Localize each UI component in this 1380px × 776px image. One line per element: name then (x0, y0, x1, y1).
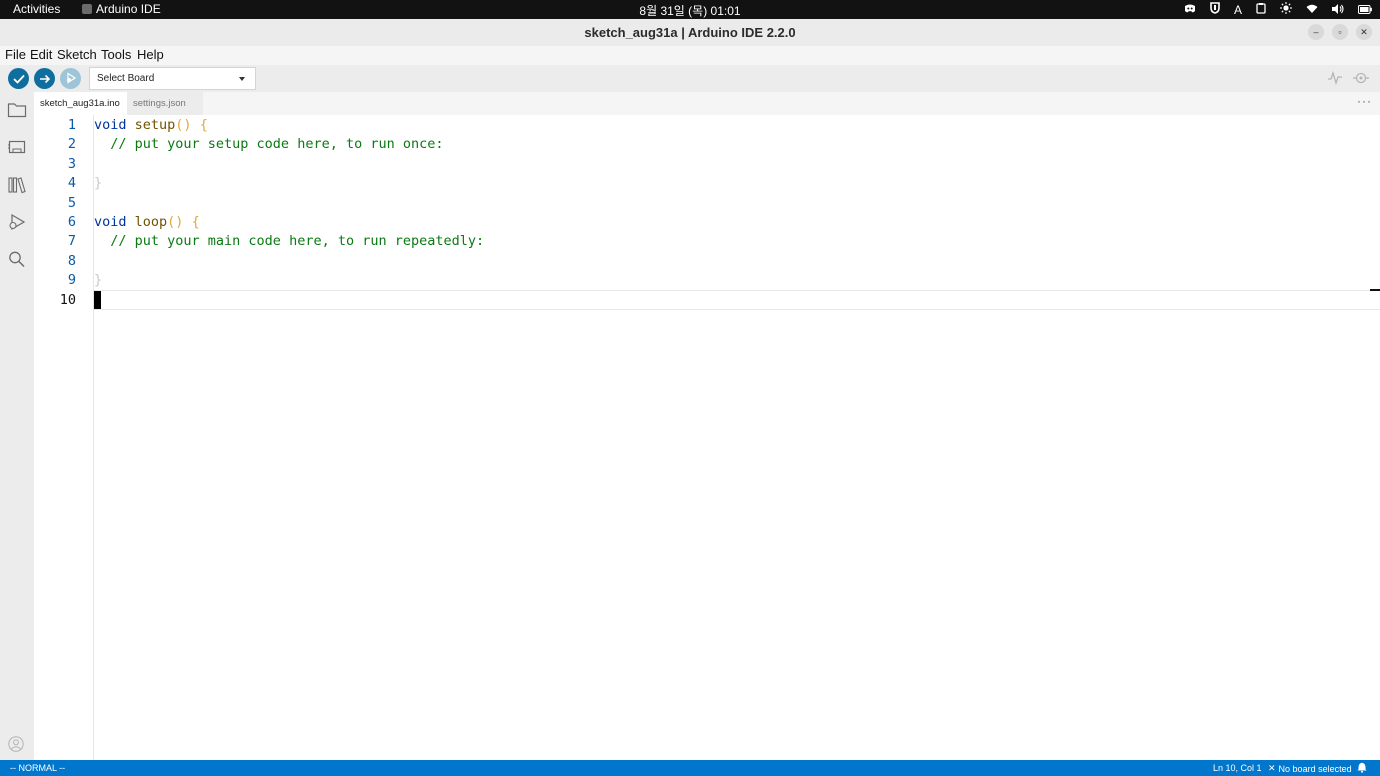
menu-tools[interactable]: Tools (101, 47, 131, 62)
menu-help[interactable]: Help (137, 47, 164, 62)
activities-button[interactable]: Activities (13, 2, 60, 16)
arduino-app-icon (82, 4, 92, 14)
notification-bell-icon[interactable] (1357, 762, 1367, 775)
system-tray: A (1184, 1, 1372, 18)
upload-button[interactable] (34, 68, 55, 89)
verify-button[interactable] (8, 68, 29, 89)
brightness-icon[interactable] (1280, 2, 1292, 17)
library-manager-icon[interactable] (7, 176, 27, 196)
tab-sketch-file[interactable]: sketch_aug31a.ino (34, 92, 128, 115)
code-editor[interactable] (34, 115, 1380, 760)
editor-tab-bar: sketch_aug31a.ino settings.json ··· (34, 92, 1380, 115)
menu-bar: File Edit Sketch Tools Help (0, 46, 1380, 65)
menu-sketch[interactable]: Sketch (57, 47, 97, 62)
line-number: 3 (67, 156, 76, 172)
system-top-bar: Activities Arduino IDE 8월 31일 (목) 01:01 … (0, 0, 1380, 19)
board-selector[interactable]: Select Board (89, 67, 256, 90)
toolbar: Select Board (0, 65, 1380, 92)
text-cursor (94, 291, 101, 309)
window-title: sketch_aug31a | Arduino IDE 2.2.0 (584, 25, 796, 40)
cursor-position[interactable]: Ln 10, Col 1 (1213, 763, 1262, 773)
function-name: setup (134, 117, 176, 133)
current-line-highlight (94, 290, 1380, 310)
window-controls: – ▫ ✕ (1308, 24, 1372, 40)
code-line-4[interactable]: } (94, 175, 102, 191)
keyword: void (94, 117, 127, 133)
more-actions-button[interactable]: ··· (1357, 94, 1372, 108)
debug-icon (65, 69, 77, 88)
volume-icon[interactable] (1332, 3, 1344, 17)
line-number: 7 (67, 233, 76, 249)
upload-icon (39, 69, 51, 88)
line-number: 5 (67, 195, 76, 211)
discord-icon[interactable] (1184, 3, 1196, 17)
serial-plotter-icon[interactable] (1328, 70, 1342, 89)
chevron-down-icon (239, 77, 245, 81)
close-icon: ✕ (1268, 763, 1276, 773)
clipboard-icon[interactable] (1256, 2, 1266, 17)
sketchbook-icon[interactable] (7, 101, 27, 121)
input-method-indicator[interactable]: A (1234, 3, 1242, 17)
board-status[interactable]: ✕ No board selected (1268, 763, 1352, 774)
clock[interactable]: 8월 31일 (목) 01:01 (639, 4, 740, 18)
close-button[interactable]: ✕ (1356, 24, 1372, 40)
app-name: Arduino IDE (96, 2, 161, 16)
debug-panel-icon[interactable] (7, 213, 27, 233)
status-bar: -- NORMAL -- Ln 10, Col 1 ✕ No board sel… (0, 760, 1380, 776)
wifi-icon[interactable] (1306, 3, 1318, 17)
code-line-7[interactable]: // put your main code here, to run repea… (94, 233, 484, 249)
code-line-1[interactable]: void setup() { (94, 117, 208, 133)
battery-icon[interactable] (1358, 3, 1372, 17)
parentheses: () (167, 214, 184, 230)
line-number: 6 (67, 214, 76, 230)
line-number: 1 (67, 117, 76, 133)
gutter-divider (93, 115, 94, 760)
vpn-shield-icon[interactable] (1210, 2, 1220, 17)
line-number: 2 (67, 136, 76, 152)
minimize-button[interactable]: – (1308, 24, 1324, 40)
search-icon[interactable] (7, 250, 27, 270)
line-number: 4 (67, 175, 76, 191)
line-number-current: 10 (59, 292, 76, 308)
function-name: loop (134, 214, 168, 230)
keyword: void (94, 214, 127, 230)
code-line-2[interactable]: // put your setup code here, to run once… (94, 136, 443, 152)
board-selector-label: Select Board (97, 73, 155, 84)
verify-icon (12, 69, 25, 88)
line-number: 9 (67, 272, 76, 288)
tab-settings-json[interactable]: settings.json (127, 92, 203, 115)
menu-edit[interactable]: Edit (30, 47, 52, 62)
code-line-6[interactable]: void loop() { (94, 214, 200, 230)
clock-container: 8월 31일 (목) 01:01 (0, 2, 1380, 19)
menu-file[interactable]: File (5, 47, 26, 62)
line-number: 8 (67, 253, 76, 269)
parentheses: () (175, 117, 192, 133)
open-brace: { (199, 117, 208, 133)
app-menu[interactable]: Arduino IDE (82, 2, 161, 16)
code-line-9[interactable]: } (94, 272, 102, 288)
activity-sidebar (0, 92, 34, 760)
board-status-label: No board selected (1278, 763, 1352, 774)
serial-monitor-icon[interactable] (1353, 70, 1369, 89)
debug-button[interactable] (60, 68, 81, 89)
maximize-button[interactable]: ▫ (1332, 24, 1348, 40)
window-title-bar: sketch_aug31a | Arduino IDE 2.2.0 – ▫ ✕ (0, 19, 1380, 47)
open-brace: { (191, 214, 200, 230)
account-icon[interactable] (8, 736, 24, 752)
scrollbar-cursor-marker[interactable] (1370, 289, 1380, 291)
vim-mode-indicator: -- NORMAL -- (10, 763, 66, 773)
boards-manager-icon[interactable] (7, 138, 27, 158)
